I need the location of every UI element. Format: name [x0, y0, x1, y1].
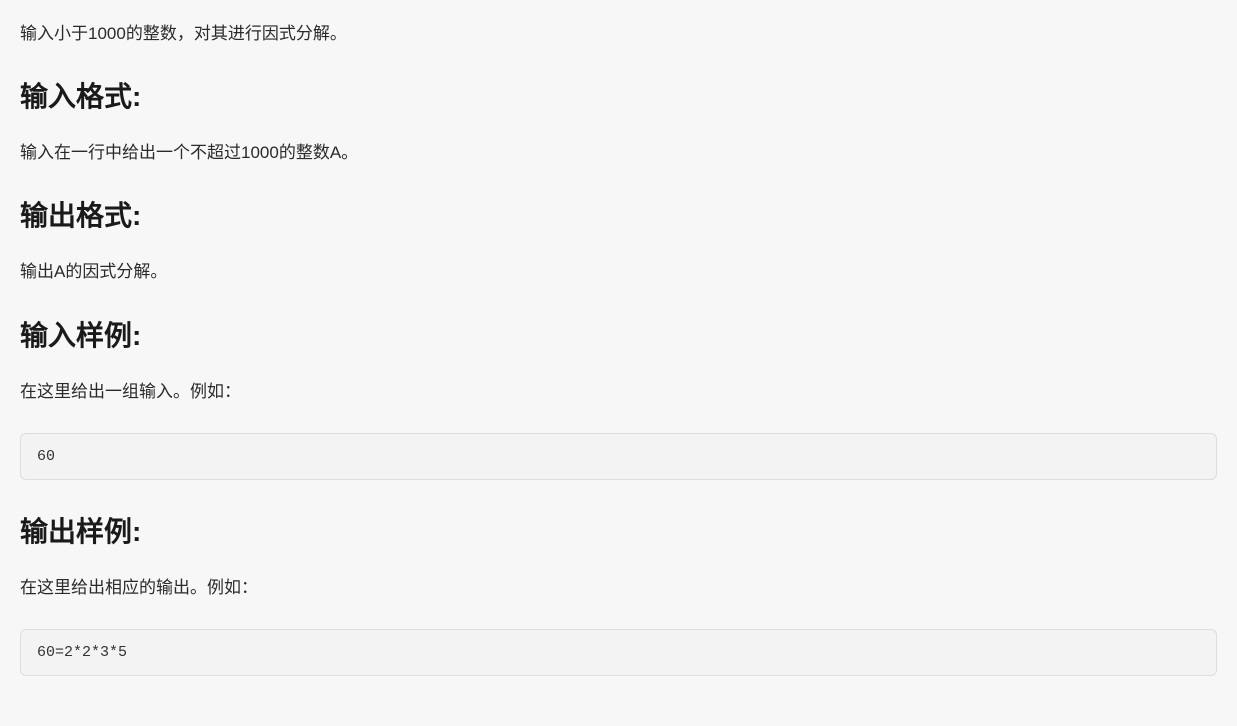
output-format-heading: 输出格式:	[20, 194, 1217, 234]
input-sample-heading: 输入样例:	[20, 314, 1217, 354]
output-sample-code: 60=2*2*3*5	[20, 629, 1217, 676]
input-sample-code: 60	[20, 433, 1217, 480]
problem-statement: 输入小于1000的整数，对其进行因式分解。 输入格式: 输入在一行中给出一个不超…	[20, 20, 1217, 676]
intro-paragraph: 输入小于1000的整数，对其进行因式分解。	[20, 20, 1217, 47]
output-sample-heading: 输出样例:	[20, 510, 1217, 550]
input-sample-text: 在这里给出一组输入。例如：	[20, 378, 1217, 405]
output-format-text: 输出A的因式分解。	[20, 258, 1217, 285]
output-sample-text: 在这里给出相应的输出。例如：	[20, 574, 1217, 601]
input-format-heading: 输入格式:	[20, 75, 1217, 115]
input-format-text: 输入在一行中给出一个不超过1000的整数A。	[20, 139, 1217, 166]
